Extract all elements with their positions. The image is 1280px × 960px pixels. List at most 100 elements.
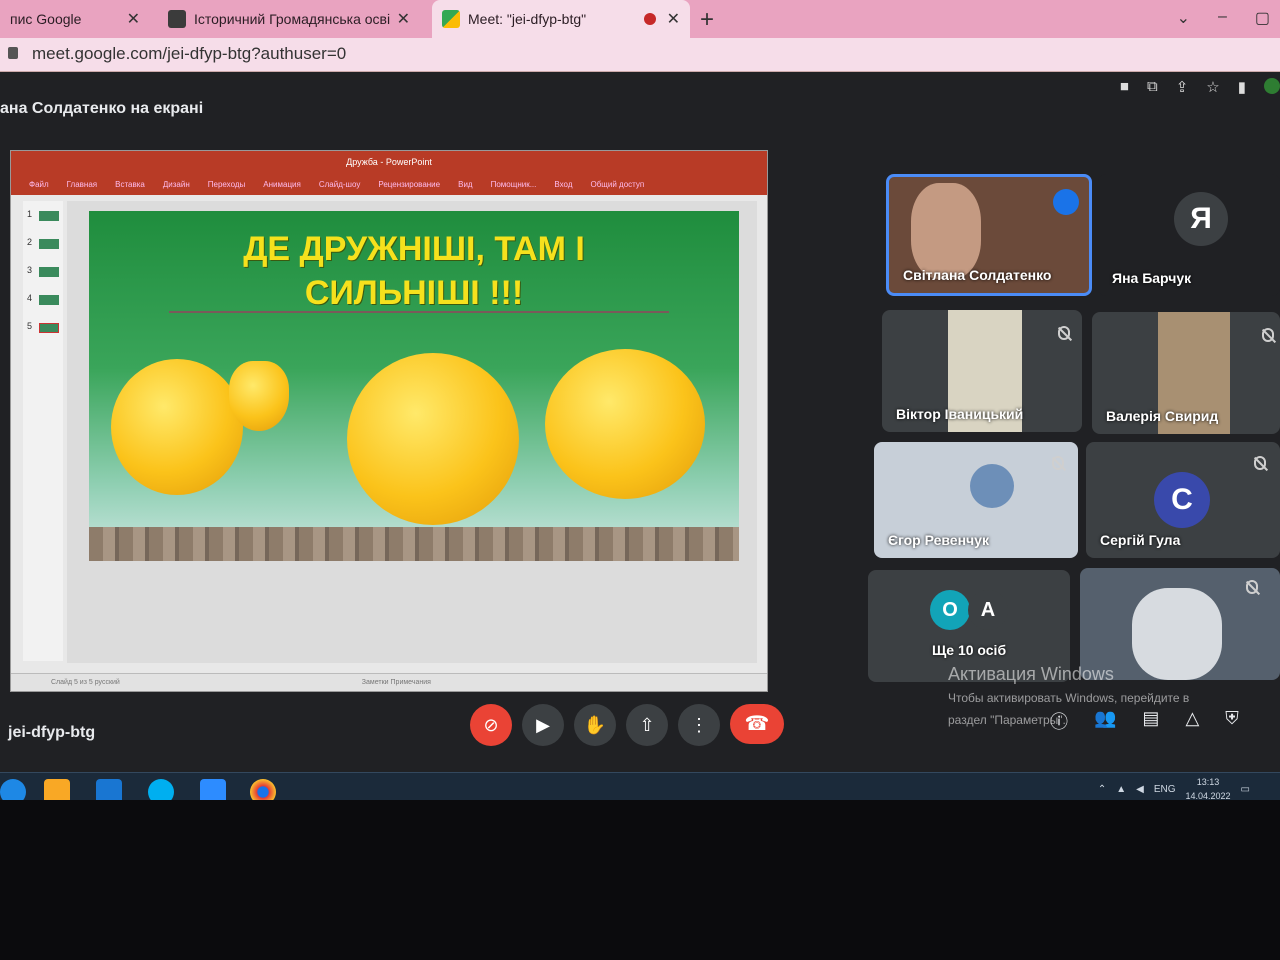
ribbon-tab[interactable]: Вход	[554, 180, 572, 189]
slide: ДЕ ДРУЖНІШІ, ТАМ І СИЛЬНІШІ !!!	[89, 211, 739, 561]
laughing-smiley-icon	[545, 349, 705, 499]
profile-icon[interactable]	[1264, 78, 1280, 94]
shared-powerpoint-window: Дружба - PowerPoint Файл Главная Вставка…	[10, 150, 768, 692]
more-participants-label: Ще 10 осіб	[932, 642, 1007, 658]
slide-thumbnail[interactable]: 2	[27, 237, 59, 251]
participant-name: Віктор Іваницький	[896, 406, 1024, 422]
mic-toggle-button[interactable]: ⊘	[470, 704, 512, 746]
ppt-window-title: Дружба - PowerPoint	[346, 157, 432, 167]
clock-time: 13:13	[1196, 777, 1220, 787]
ribbon-tab[interactable]: Слайд-шоу	[319, 180, 360, 189]
ppt-title-bar: Дружба - PowerPoint	[11, 151, 767, 173]
avatar: Я	[1174, 192, 1228, 246]
share-icon[interactable]: ⇪	[1176, 78, 1189, 96]
ribbon-tab[interactable]: Переходы	[208, 180, 246, 189]
more-vertical-icon: ⋮	[690, 715, 708, 735]
browser-tab-meet[interactable]: Meet: "jei-dfyp-btg" ✕	[432, 0, 690, 38]
ok-hand-icon	[229, 361, 289, 431]
clock-date: 14.04.2022	[1185, 791, 1231, 800]
camera-toggle-button[interactable]: ▶	[522, 704, 564, 746]
present-screen-button[interactable]: ⇧	[626, 704, 668, 746]
wall-clock	[970, 464, 1014, 508]
minimize-icon[interactable]: –	[1218, 8, 1227, 28]
presenter-banner: ана Солдатенко на екрані	[0, 100, 204, 117]
slide-title: ДЕ ДРУЖНІШІ, ТАМ І СИЛЬНІШІ !!!	[89, 227, 739, 315]
people-icon[interactable]: 👥	[1094, 708, 1116, 734]
participant-tile[interactable]: Єгор Ревенчук	[874, 442, 1078, 558]
host-controls-icon[interactable]: ⛨	[1225, 708, 1239, 734]
ribbon-tab[interactable]: Главная	[67, 180, 97, 189]
close-icon[interactable]: ✕	[127, 9, 140, 29]
mail-icon[interactable]	[96, 779, 122, 800]
chevron-up-icon[interactable]: ⌃	[1098, 784, 1106, 795]
clock[interactable]: 13:13 14.04.2022	[1186, 775, 1231, 800]
browser-tab-google[interactable]: пис Google ✕	[0, 0, 150, 38]
chevron-down-icon[interactable]: ⌄	[1177, 8, 1190, 28]
participant-tile-speaking[interactable]: Світлана Солдатенко	[886, 174, 1092, 296]
meet-icon	[442, 10, 460, 28]
end-call-button[interactable]: ☎	[730, 704, 784, 744]
ribbon-tab[interactable]: Анимация	[263, 180, 301, 189]
avatar: А	[968, 590, 1008, 630]
address-bar[interactable]: meet.google.com/jei-dfyp-btg?authuser=0	[0, 38, 1280, 72]
maximize-icon[interactable]: ▢	[1255, 8, 1270, 28]
new-tab-button[interactable]: +	[700, 6, 714, 34]
mic-off-icon	[1052, 456, 1064, 470]
title-underline	[169, 311, 669, 313]
participant-video	[911, 183, 981, 279]
ribbon-tab[interactable]: Вид	[458, 180, 472, 189]
mic-off-icon	[1254, 456, 1266, 470]
meeting-code: jei-dfyp-btg	[8, 724, 96, 741]
info-icon[interactable]: ⓘ	[1050, 708, 1068, 734]
file-explorer-icon[interactable]	[44, 779, 70, 800]
zoom-icon[interactable]	[200, 779, 226, 800]
ribbon-tab[interactable]: Вставка	[115, 180, 145, 189]
wooden-floor	[89, 527, 739, 561]
activities-icon[interactable]: △	[1185, 708, 1199, 734]
close-icon[interactable]: ✕	[667, 9, 680, 29]
system-tray: ⌃ ▲ ◀ ENG 13:13 14.04.2022 ▭	[1098, 775, 1250, 800]
translate-icon[interactable]: ⧉	[1147, 78, 1158, 96]
slide-thumbnail[interactable]: 1	[27, 209, 59, 223]
skype-icon[interactable]	[148, 779, 174, 800]
participant-tile[interactable]: Я Яна Барчук	[1098, 174, 1280, 296]
windows-taskbar: ⌃ ▲ ◀ ENG 13:13 14.04.2022 ▭	[0, 772, 1280, 800]
phone-hangup-icon: ☎	[744, 713, 770, 735]
participant-tile[interactable]: Віктор Іваницький	[882, 310, 1082, 432]
url-text[interactable]: meet.google.com/jei-dfyp-btg?authuser=0	[32, 44, 346, 64]
chrome-icon[interactable]	[250, 779, 276, 800]
participant-name: Валерія Свирид	[1106, 408, 1219, 424]
mic-off-icon	[1058, 326, 1070, 340]
speaking-indicator-icon	[1053, 189, 1079, 215]
slide-thumbnail[interactable]: 4	[27, 293, 59, 307]
close-icon[interactable]: ✕	[397, 9, 410, 29]
slide-title-line: СИЛЬНІШІ !!!	[304, 274, 524, 312]
participant-tile[interactable]: Валерія Свирид	[1092, 312, 1280, 434]
slide-thumbnail[interactable]: 5	[27, 321, 59, 335]
ribbon-tab[interactable]: Дизайн	[163, 180, 190, 189]
ribbon-tab[interactable]: Помощник...	[491, 180, 537, 189]
raise-hand-button[interactable]: ✋	[574, 704, 616, 746]
chat-icon[interactable]: ▤	[1142, 708, 1159, 734]
screen: пис Google ✕ Історичний Громадянська осв…	[0, 0, 1280, 800]
browser-tab-history[interactable]: Історичний Громадянська осві ✕	[158, 0, 420, 38]
ribbon-tab[interactable]: Файл	[29, 180, 49, 189]
notifications-icon[interactable]: ▭	[1241, 784, 1250, 795]
volume-icon[interactable]: ◀	[1136, 784, 1144, 795]
ribbon-tab[interactable]: Общий доступ	[591, 180, 645, 189]
camera-icon[interactable]: ■	[1120, 78, 1129, 96]
slide-number: 1	[27, 209, 33, 219]
status-right[interactable]: Заметки Примечания	[362, 679, 431, 686]
ribbon-tab[interactable]: Рецензирование	[378, 180, 440, 189]
tab-title: Історичний Громадянська осві	[194, 11, 391, 27]
keyboard-language[interactable]: ENG	[1154, 784, 1176, 795]
status-left: Слайд 5 из 5 русский	[51, 679, 120, 686]
star-icon[interactable]: ☆	[1206, 78, 1219, 96]
slide-thumbnail[interactable]: 3	[27, 265, 59, 279]
slide-canvas: ДЕ ДРУЖНІШІ, ТАМ І СИЛЬНІШІ !!!	[67, 201, 757, 663]
more-options-button[interactable]: ⋮	[678, 704, 720, 746]
sidepanel-icon[interactable]: ▮	[1238, 78, 1246, 96]
participant-tile[interactable]: С Сергій Гула	[1086, 442, 1280, 558]
network-icon[interactable]: ▲	[1116, 784, 1126, 795]
edge-icon[interactable]	[0, 779, 26, 800]
